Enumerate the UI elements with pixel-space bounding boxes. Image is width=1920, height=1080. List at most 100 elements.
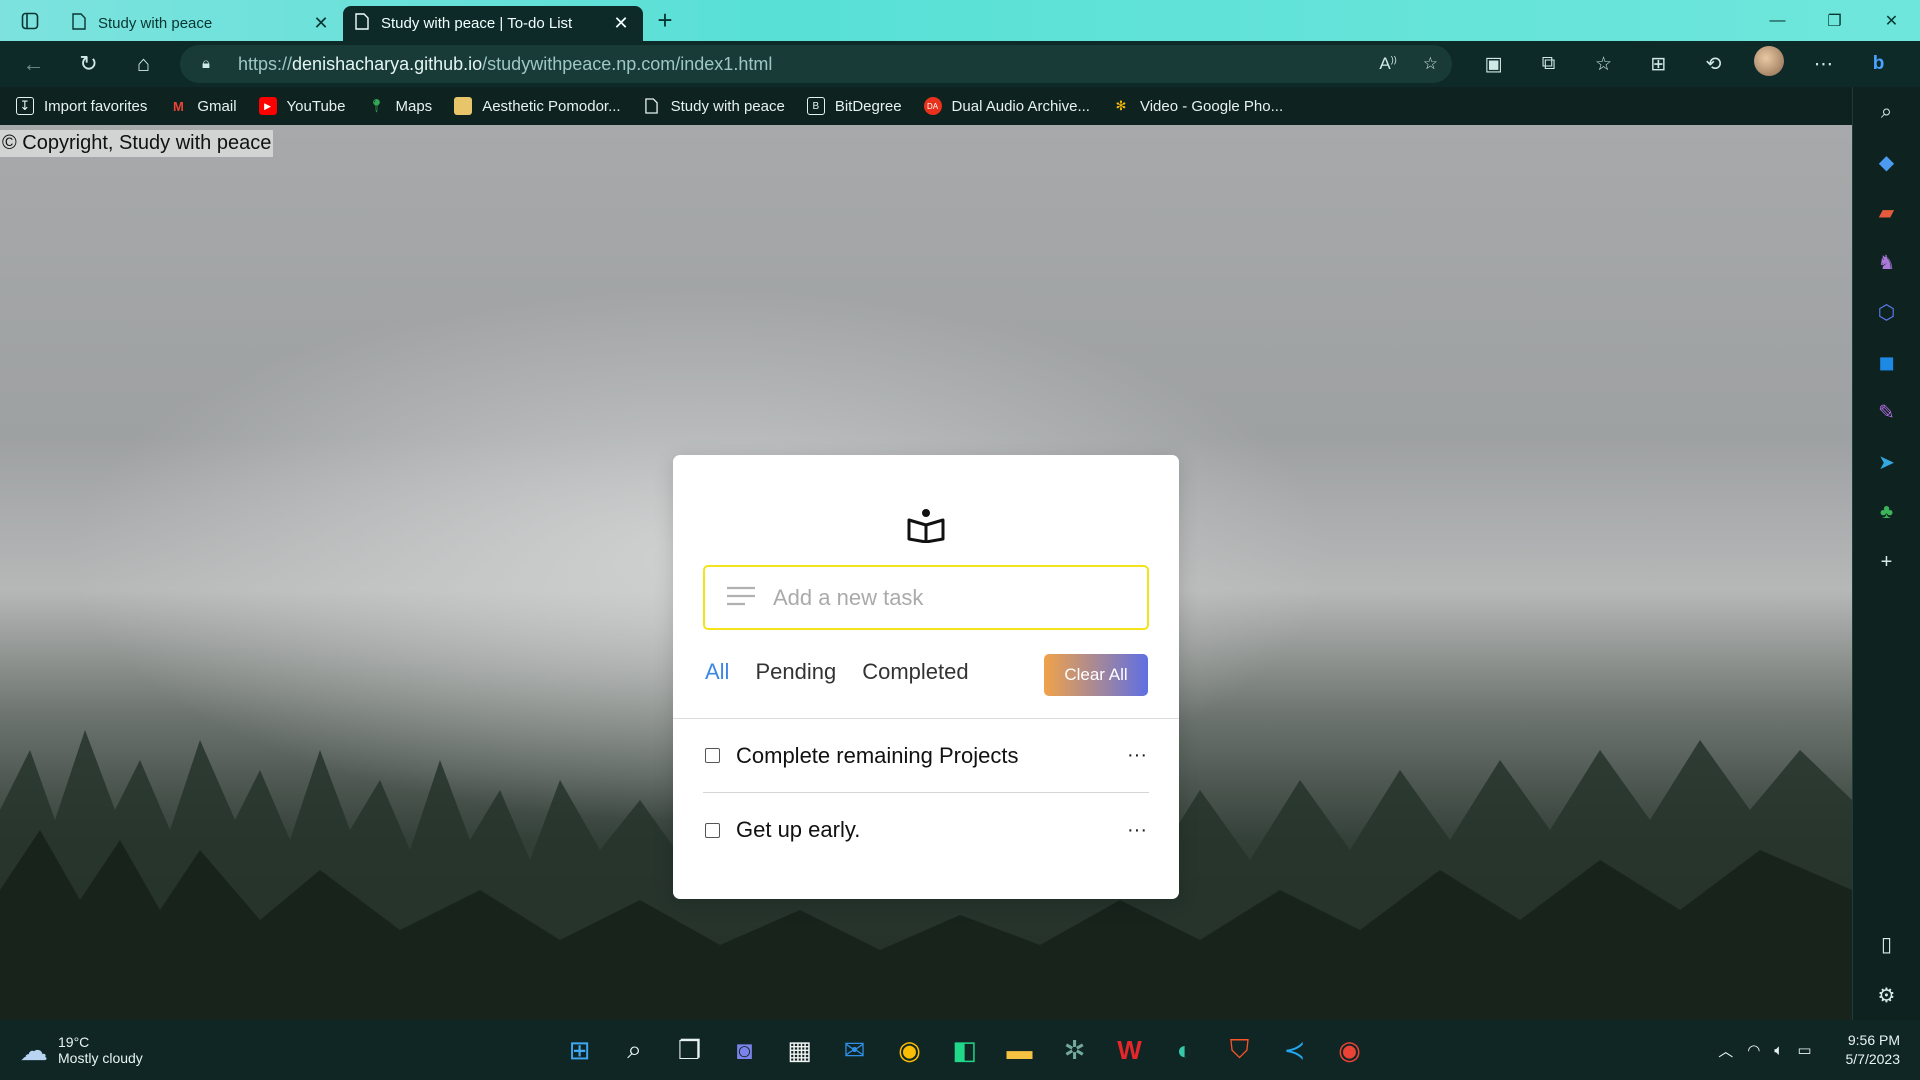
task-view-icon[interactable]: ❐: [662, 1020, 717, 1080]
fav-google-photos[interactable]: ✻ Video - Google Pho...: [1112, 97, 1284, 115]
history-icon[interactable]: ⟲: [1686, 53, 1741, 76]
close-tab-icon[interactable]: ✕: [611, 13, 631, 34]
mail-icon[interactable]: ✉: [827, 1020, 882, 1080]
home-icon[interactable]: ⌂: [116, 41, 171, 87]
fav-gmail[interactable]: M Gmail: [169, 97, 237, 115]
windows-taskbar: ☁ 19°C Mostly cloudy ⊞ ⌕ ❐ ◙ ▦ ✉ ◉ ◧ ▬ ✲…: [0, 1020, 1920, 1080]
edge-icon[interactable]: ◐: [1157, 1020, 1212, 1080]
fav-study-with-peace[interactable]: Study with peace: [643, 97, 785, 115]
close-tab-icon[interactable]: ✕: [311, 13, 331, 34]
url-host: denishacharya.github.io: [292, 53, 483, 74]
teams-chat-icon[interactable]: ◙: [717, 1020, 772, 1080]
bookmark-folder-icon: [454, 97, 473, 115]
address-bar[interactable]: 🔒︎ https://denishacharya.github.io/study…: [180, 45, 1452, 83]
page-viewport: All Pending Completed Clear All Complete…: [0, 125, 1852, 1020]
page-icon: [643, 97, 661, 115]
fav-label: YouTube: [286, 97, 346, 115]
battery-icon[interactable]: ▭: [1797, 1041, 1811, 1059]
add-sidebar-app-icon[interactable]: +: [1853, 537, 1920, 587]
tab-label: Study with peace: [98, 15, 213, 32]
clear-all-button[interactable]: Clear All: [1044, 654, 1148, 696]
gmail-icon: M: [172, 98, 184, 114]
outlook-icon[interactable]: ◼: [1853, 337, 1920, 387]
tab-actions-icon[interactable]: [0, 0, 60, 41]
filter-completed[interactable]: Completed: [862, 659, 968, 685]
task-checkbox[interactable]: [705, 748, 720, 763]
back-icon[interactable]: ←: [6, 41, 61, 87]
fav-maps[interactable]: 📍︎ Maps: [368, 97, 432, 115]
tab-label: Study with peace | To-do List: [381, 15, 573, 32]
wps-office-icon[interactable]: W: [1102, 1020, 1157, 1080]
system-tray: ︿ ◠ 🔈︎ ▭ 9:56 PM 5/7/2023: [1718, 1020, 1900, 1080]
url-scheme: https://: [238, 53, 293, 74]
search-icon[interactable]: ⌕: [607, 1020, 662, 1080]
task-checkbox[interactable]: [705, 822, 720, 838]
lock-icon[interactable]: 🔒︎: [202, 55, 220, 73]
task-text: Complete remaining Projects: [736, 742, 1019, 768]
taskbar-apps: ⊞ ⌕ ❐ ◙ ▦ ✉ ◉ ◧ ▬ ✲ W ◐ ⛉ ≺ ◉: [552, 1020, 1377, 1080]
tools-briefcase-icon[interactable]: ▰: [1853, 187, 1920, 237]
chatgpt-icon[interactable]: ✲: [1047, 1020, 1102, 1080]
volume-icon[interactable]: 🔈︎: [1774, 1042, 1783, 1059]
page-icon: [72, 13, 86, 34]
more-options-icon[interactable]: ···: [1127, 744, 1147, 767]
file-explorer-icon[interactable]: ▬: [992, 1020, 1047, 1080]
send-icon[interactable]: ➤: [1853, 437, 1920, 487]
more-menu-icon[interactable]: ⋯: [1796, 53, 1851, 76]
close-window-icon[interactable]: ✕: [1863, 0, 1920, 41]
fav-label: Dual Audio Archive...: [951, 97, 1090, 115]
bitdegree-icon: B: [806, 97, 825, 115]
filter-all[interactable]: All: [705, 659, 729, 685]
more-options-icon[interactable]: ···: [1127, 819, 1147, 842]
profile-avatar[interactable]: [1741, 46, 1796, 82]
microsoft-365-icon[interactable]: ⬡: [1853, 287, 1920, 337]
restore-icon[interactable]: ❐: [1806, 0, 1863, 41]
fav-bitdegree[interactable]: B BitDegree: [806, 97, 902, 115]
read-aloud-icon[interactable]: A)): [1379, 54, 1396, 74]
tree-icon[interactable]: ♣: [1853, 487, 1920, 537]
bing-copilot-icon[interactable]: b: [1851, 53, 1906, 75]
brave-icon[interactable]: ⛉: [1212, 1020, 1267, 1080]
search-icon[interactable]: ⌕: [1853, 87, 1920, 137]
microsoft-store-icon[interactable]: ▦: [772, 1020, 827, 1080]
vscode-icon[interactable]: ≺: [1267, 1020, 1322, 1080]
dual-audio-icon: DA: [923, 97, 942, 115]
refresh-icon[interactable]: ↻: [61, 41, 116, 87]
extensions-icon[interactable]: ⧉: [1521, 53, 1576, 75]
add-favorite-icon[interactable]: ☆: [1423, 54, 1438, 74]
tab-study-with-peace[interactable]: Study with peace ✕: [60, 6, 343, 41]
clock-date: 5/7/2023: [1845, 1051, 1901, 1067]
new-task-field[interactable]: [703, 565, 1149, 630]
split-screen-icon[interactable]: ▣: [1466, 53, 1521, 76]
collections-icon[interactable]: ⊞: [1631, 53, 1686, 76]
games-icon[interactable]: ♞: [1853, 237, 1920, 287]
filter-pending[interactable]: Pending: [755, 659, 836, 685]
weather-widget[interactable]: ☁ 19°C Mostly cloudy: [20, 1020, 143, 1080]
hide-sidebar-icon[interactable]: ▯: [1881, 932, 1892, 957]
sidebar-settings-icon[interactable]: ⚙: [1878, 983, 1896, 1008]
pycharm-icon[interactable]: ◧: [937, 1020, 992, 1080]
weather-desc: Mostly cloudy: [58, 1050, 143, 1066]
clock[interactable]: 9:56 PM 5/7/2023: [1846, 1031, 1901, 1069]
edge-sidebar: ⌕ ◆ ▰ ♞ ⬡ ◼ ✎ ➤ ♣ + ▯ ⚙: [1852, 87, 1920, 1020]
chrome-icon[interactable]: ◉: [1322, 1020, 1377, 1080]
copyright-text: © Copyright, Study with peace: [0, 130, 274, 157]
fav-aesthetic-pomodoro[interactable]: Aesthetic Pomodor...: [454, 97, 621, 115]
tab-todo-list[interactable]: Study with peace | To-do List ✕: [343, 6, 643, 41]
fav-dual-audio-archive[interactable]: DA Dual Audio Archive...: [923, 97, 1090, 115]
new-task-input[interactable]: [773, 584, 1113, 611]
wifi-icon[interactable]: ◠: [1747, 1041, 1760, 1059]
fav-youtube[interactable]: ▶ YouTube: [258, 97, 346, 115]
url-path: /studywithpeace.np.com/index1.html: [482, 53, 773, 74]
show-hidden-icons-icon[interactable]: ︿: [1718, 1040, 1733, 1061]
favorites-icon[interactable]: ☆: [1576, 53, 1631, 76]
windows-start-icon[interactable]: ⊞: [552, 1020, 607, 1080]
minimize-icon[interactable]: —: [1749, 0, 1806, 41]
new-tab-button[interactable]: +: [643, 0, 687, 41]
favorites-bar: ↧ Import favorites M Gmail ▶ YouTube 📍︎ Maps…: [0, 87, 1852, 125]
shopping-tag-icon[interactable]: ◆: [1853, 137, 1920, 187]
chrome-icon[interactable]: ◉: [882, 1020, 937, 1080]
designer-icon[interactable]: ✎: [1853, 387, 1920, 437]
fav-import-favorites[interactable]: ↧ Import favorites: [16, 97, 147, 115]
google-photos-icon: ✻: [1115, 98, 1127, 113]
